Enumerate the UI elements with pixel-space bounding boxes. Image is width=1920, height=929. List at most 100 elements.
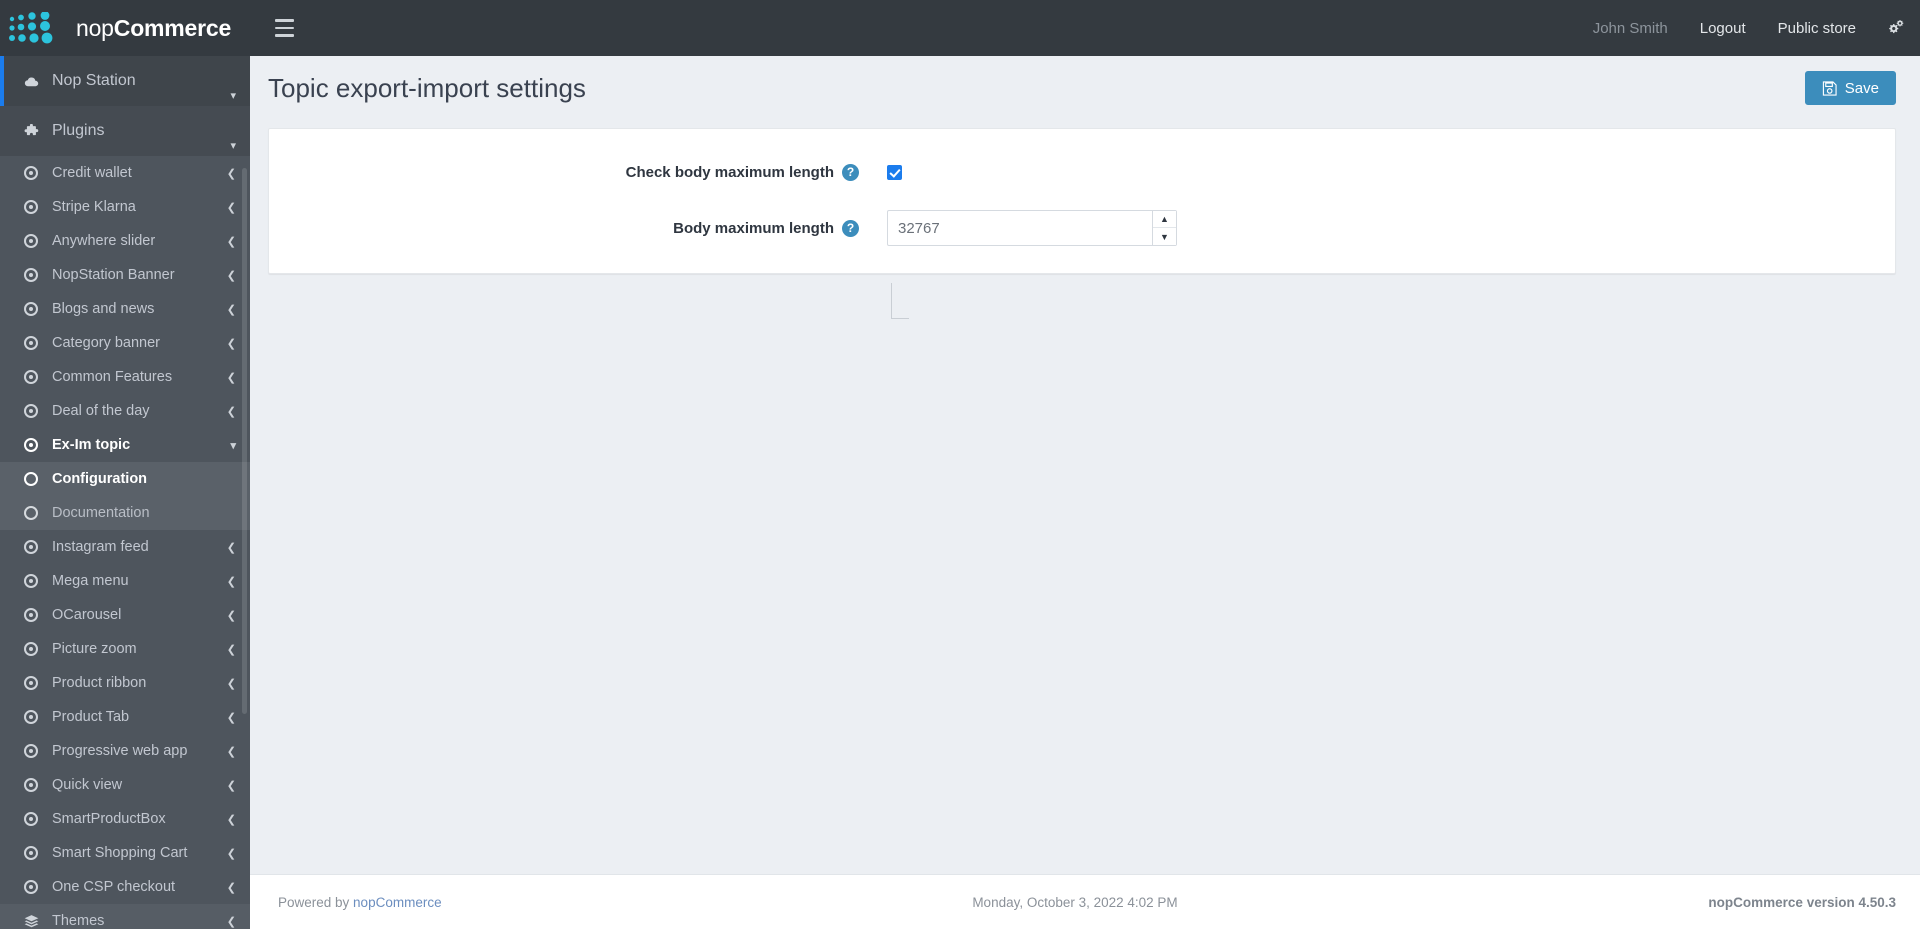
chevron-left-icon[interactable]: ❮: [227, 235, 236, 248]
chevron-left-icon[interactable]: ❮: [227, 405, 236, 418]
chevron-left-icon[interactable]: ❮: [227, 677, 236, 690]
circle-dot-icon: [20, 608, 42, 622]
circle-dot-icon: [20, 166, 42, 180]
save-button[interactable]: Save: [1804, 71, 1896, 105]
save-button-label: Save: [1844, 79, 1879, 97]
sidebar-item-ex-im-topic[interactable]: Ex-Im topic ▾: [0, 428, 250, 462]
hamburger-icon[interactable]: [262, 0, 306, 56]
chevron-left-icon[interactable]: ❮: [227, 337, 236, 350]
sidebar-item-label: NopStation Banner: [52, 267, 175, 283]
sidebar-scrollbar[interactable]: [242, 168, 247, 714]
sidebar-item-label: Common Features: [52, 369, 173, 385]
chevron-left-icon[interactable]: ❮: [227, 915, 236, 928]
brand-logo[interactable]: nopCommerce: [0, 0, 250, 56]
sidebar-item-label: Anywhere slider: [52, 233, 156, 249]
sidebar-item-stripe-klarna[interactable]: Stripe Klarna ❮: [0, 190, 250, 224]
sidebar-item-instagram-feed[interactable]: Instagram feed ❮: [0, 530, 250, 564]
sidebar-item-nopstation-banner[interactable]: NopStation Banner ❮: [0, 258, 250, 292]
stepper-decrement-triangle-down-icon[interactable]: ▼: [1153, 228, 1176, 245]
label-text: Check body maximum length: [625, 163, 834, 181]
sidebar-item-quick-view[interactable]: Quick view ❮: [0, 768, 250, 802]
circle-dot-icon: [20, 812, 42, 826]
sidebar-item-label: Product Tab: [52, 709, 130, 725]
sidebar-item-label: OCarousel: [52, 607, 122, 623]
sidebar-item-picture-zoom[interactable]: Picture zoom ❮: [0, 632, 250, 666]
circle-dot-icon: [20, 880, 42, 894]
public-store-link[interactable]: Public store: [1762, 0, 1872, 56]
chevron-left-icon[interactable]: ❮: [227, 643, 236, 656]
save-floppy-icon: [1822, 80, 1837, 96]
sidebar-item-product-tab[interactable]: Product Tab ❮: [0, 700, 250, 734]
sidebar-item-ocarousel[interactable]: OCarousel ❮: [0, 598, 250, 632]
sidebar-item-credit-wallet[interactable]: Credit wallet ❮: [0, 156, 250, 190]
chevron-left-icon[interactable]: ❮: [227, 541, 236, 554]
help-question-mark-icon[interactable]: ?: [842, 163, 859, 181]
label-check-body-maximum-length: Check body maximum length ?: [269, 163, 869, 181]
sidebar-item-label: Quick view: [52, 777, 123, 793]
chevron-down-icon[interactable]: ▾: [230, 139, 236, 152]
chevron-left-icon[interactable]: ❮: [227, 575, 236, 588]
sidebar-item-label: Nop Station: [52, 72, 136, 89]
chevron-left-icon[interactable]: ❮: [227, 711, 236, 724]
circle-dot-icon: [20, 744, 42, 758]
sidebar-item-plugins[interactable]: Plugins ▾: [0, 106, 250, 156]
help-question-mark-icon[interactable]: ?: [842, 219, 859, 237]
sidebar-item-configuration[interactable]: Configuration: [0, 462, 250, 496]
chevron-left-icon[interactable]: ❮: [227, 609, 236, 622]
chevron-left-icon[interactable]: ❮: [227, 881, 236, 894]
settings-gears-icon[interactable]: [1872, 0, 1920, 56]
sidebar-item-label: Smart Shopping Cart: [52, 845, 188, 861]
circle-empty-icon: [20, 472, 42, 486]
nopcommerce-dots-logo-icon: [9, 12, 53, 44]
chevron-down-icon[interactable]: ▾: [230, 89, 236, 102]
sidebar-item-common-features[interactable]: Common Features ❮: [0, 360, 250, 394]
sidebar-item-documentation[interactable]: Documentation: [0, 496, 250, 530]
brand-name-bold: Commerce: [113, 14, 232, 41]
sidebar-item-nop-station[interactable]: Nop Station ▾: [0, 56, 250, 106]
circle-dot-icon: [20, 710, 42, 724]
sidebar-item-smartproductbox[interactable]: SmartProductBox ❮: [0, 802, 250, 836]
sidebar-item-mega-menu[interactable]: Mega menu ❮: [0, 564, 250, 598]
circle-dot-icon: [20, 302, 42, 316]
chevron-left-icon[interactable]: ❮: [227, 303, 236, 316]
footer-nopcommerce-link[interactable]: nopCommerce: [353, 895, 442, 910]
chevron-left-icon[interactable]: ❮: [227, 167, 236, 180]
check-body-maximum-length-checkbox[interactable]: [887, 164, 902, 180]
sidebar-item-progressive-web-app[interactable]: Progressive web app ❮: [0, 734, 250, 768]
chevron-left-icon[interactable]: ❮: [227, 201, 236, 214]
cloud-icon: [20, 74, 42, 89]
sidebar-item-deal-of-the-day[interactable]: Deal of the day ❮: [0, 394, 250, 428]
chevron-down-icon[interactable]: ▾: [230, 439, 236, 452]
circle-dot-icon: [20, 404, 42, 418]
sidebar-item-one-csp-checkout[interactable]: One CSP checkout ❮: [0, 870, 250, 904]
chevron-left-icon[interactable]: ❮: [227, 269, 236, 282]
sidebar-item-anywhere-slider[interactable]: Anywhere slider ❮: [0, 224, 250, 258]
chevron-left-icon[interactable]: ❮: [227, 779, 236, 792]
body-maximum-length-input[interactable]: [888, 211, 1152, 245]
chevron-left-icon[interactable]: ❮: [227, 371, 236, 384]
sidebar-item-label: Instagram feed: [52, 539, 149, 555]
label-text: Body maximum length: [673, 219, 834, 237]
sidebar-item-category-banner[interactable]: Category banner ❮: [0, 326, 250, 360]
footer-powered-by-prefix: Powered by: [278, 894, 354, 910]
sidebar-item-label: Stripe Klarna: [52, 199, 136, 215]
circle-dot-icon: [20, 438, 42, 452]
page-title: Topic export-import settings: [268, 72, 586, 103]
sidebar-item-label: Credit wallet: [52, 165, 132, 181]
circle-dot-icon: [20, 846, 42, 860]
sidebar-item-smart-shopping-cart[interactable]: Smart Shopping Cart ❮: [0, 836, 250, 870]
sidebar-item-label: Plugins: [52, 122, 105, 139]
stepper-increment-triangle-up-icon[interactable]: ▲: [1153, 211, 1176, 228]
admin-page: nopCommerce Nop Station ▾ Plugins ▾ Credit w…: [0, 0, 1920, 929]
sidebar-item-blogs-and-news[interactable]: Blogs and news ❮: [0, 292, 250, 326]
sidebar-item-product-ribbon[interactable]: Product ribbon ❮: [0, 666, 250, 700]
sidebar-item-themes[interactable]: Themes ❮: [0, 904, 250, 929]
sidebar-item-label: SmartProductBox: [52, 811, 166, 827]
chevron-left-icon[interactable]: ❮: [227, 813, 236, 826]
circle-dot-icon: [20, 234, 42, 248]
logout-link[interactable]: Logout: [1684, 0, 1762, 56]
chevron-left-icon[interactable]: ❮: [227, 847, 236, 860]
brand-text: nopCommerce: [76, 15, 231, 42]
chevron-left-icon[interactable]: ❮: [227, 745, 236, 758]
brand-name-light: nop: [76, 14, 114, 41]
